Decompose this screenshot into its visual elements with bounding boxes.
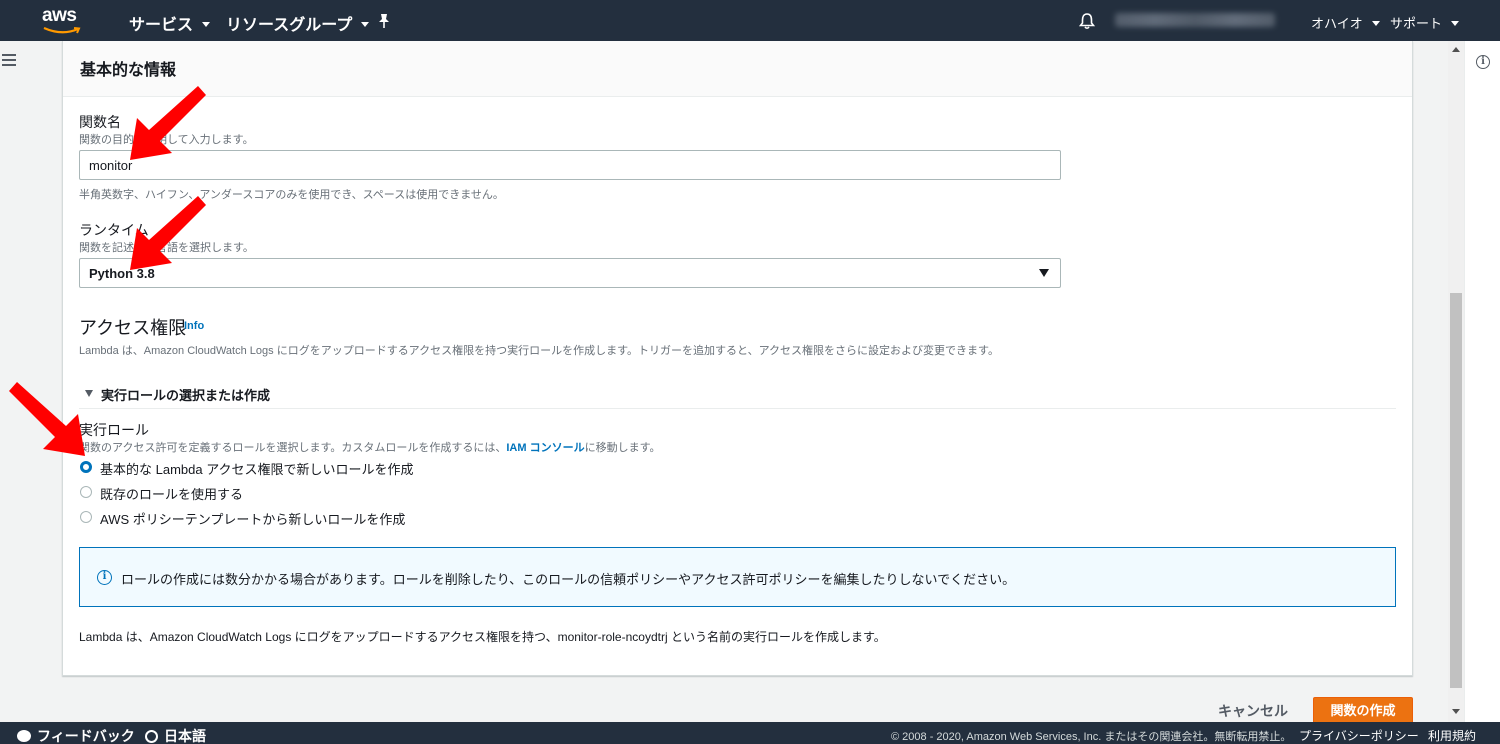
hamburger-menu-icon[interactable] (2, 54, 16, 66)
aws-logo-text: aws (42, 5, 77, 26)
chevron-down-icon (202, 22, 211, 28)
pin-icon[interactable] (377, 13, 391, 29)
chevron-down-icon (361, 22, 370, 28)
language-selector[interactable]: 日本語 (145, 726, 206, 744)
aws-logo[interactable]: aws (42, 6, 86, 36)
info-icon: i (97, 570, 112, 585)
function-name-label: 関数名 (79, 114, 121, 130)
role-desc-prefix: 関数のアクセス許可を定義するロールを選択します。カスタムロールを作成するには、 (79, 442, 507, 454)
info-alert: i ロールの作成には数分かかる場合があります。ロールを削除したり、このロールの信… (79, 547, 1396, 607)
support-menu[interactable]: サポート (1390, 13, 1460, 32)
panel-header: 基本的な情報 (63, 41, 1412, 97)
aws-smile-icon (43, 26, 81, 34)
radio-use-existing-role-label[interactable]: 既存のロールを使用する (100, 484, 243, 503)
red-arrow-annotation-icon (9, 382, 85, 456)
create-function-button[interactable]: 関数の作成 (1313, 697, 1413, 725)
scroll-up-arrow-icon[interactable] (1452, 47, 1460, 52)
region-label: オハイオ (1311, 16, 1363, 31)
permissions-info-link[interactable]: Info (184, 320, 204, 332)
radio-policy-template-role-label[interactable]: AWS ポリシーテンプレートから新しいロールを作成 (100, 509, 405, 528)
chevron-down-icon (1371, 21, 1380, 27)
services-menu-label: サービス (129, 17, 194, 34)
info-alert-text: ロールの作成には数分かかる場合があります。ロールを削除したり、このロールの信頼ポ… (121, 572, 1016, 587)
panel-title: 基本的な情報 (80, 62, 177, 79)
feedback-label: フィードバック (37, 728, 135, 744)
red-arrow-annotation-icon (130, 196, 206, 270)
globe-icon (145, 729, 158, 743)
permissions-description: Lambda は、Amazon CloudWatch Logs にログをアップロ… (79, 345, 999, 357)
feedback-button[interactable]: フィードバック (17, 726, 135, 744)
execution-role-expander[interactable]: 実行ロールの選択または作成 (101, 385, 270, 404)
resource-groups-menu-label: リソースグループ (226, 17, 353, 34)
scroll-down-arrow-icon[interactable] (1452, 709, 1460, 714)
account-menu[interactable] (1115, 13, 1275, 27)
execution-role-description: 関数のアクセス許可を定義するロールを選択します。カスタムロールを作成するには、I… (79, 439, 661, 455)
role-desc-suffix: に移動します。 (584, 442, 661, 454)
top-navigation: aws サービス リソースグループ オハイオ サポート (0, 0, 1500, 41)
role-creation-note: Lambda は、Amazon CloudWatch Logs にログをアップロ… (79, 630, 886, 644)
help-panel-rail (1464, 41, 1500, 722)
chevron-down-icon (1451, 21, 1460, 27)
support-label: サポート (1390, 16, 1443, 31)
speech-bubble-icon (17, 730, 31, 743)
services-menu[interactable]: サービス (129, 11, 211, 35)
footer: フィードバック 日本語 © 2008 - 2020, Amazon Web Se… (0, 722, 1500, 744)
red-arrow-annotation-icon (130, 86, 206, 160)
resource-groups-menu[interactable]: リソースグループ (226, 11, 370, 35)
info-icon[interactable]: i (1476, 55, 1490, 69)
runtime-select[interactable]: Python 3.8 (79, 258, 1061, 288)
terms-link[interactable]: 利用規約 (1428, 727, 1476, 744)
privacy-policy-link[interactable]: プライバシーポリシー (1299, 727, 1419, 744)
radio-use-existing-role[interactable] (80, 486, 92, 498)
radio-policy-template-role[interactable] (80, 511, 92, 523)
region-menu[interactable]: オハイオ (1311, 13, 1380, 32)
function-name-input[interactable]: monitor (79, 150, 1061, 180)
divider (79, 408, 1396, 409)
dropdown-arrow-icon (1039, 269, 1049, 277)
radio-create-basic-role-label[interactable]: 基本的な Lambda アクセス権限で新しいロールを作成 (100, 459, 414, 478)
copyright: © 2008 - 2020, Amazon Web Services, Inc.… (891, 731, 1292, 743)
cancel-button[interactable]: キャンセル (1207, 697, 1299, 725)
language-label: 日本語 (164, 728, 206, 744)
permissions-title: アクセス権限 (79, 318, 187, 338)
iam-console-link[interactable]: IAM コンソール (506, 442, 584, 454)
bell-icon[interactable] (1079, 12, 1095, 30)
scrollbar-thumb[interactable] (1450, 293, 1462, 688)
